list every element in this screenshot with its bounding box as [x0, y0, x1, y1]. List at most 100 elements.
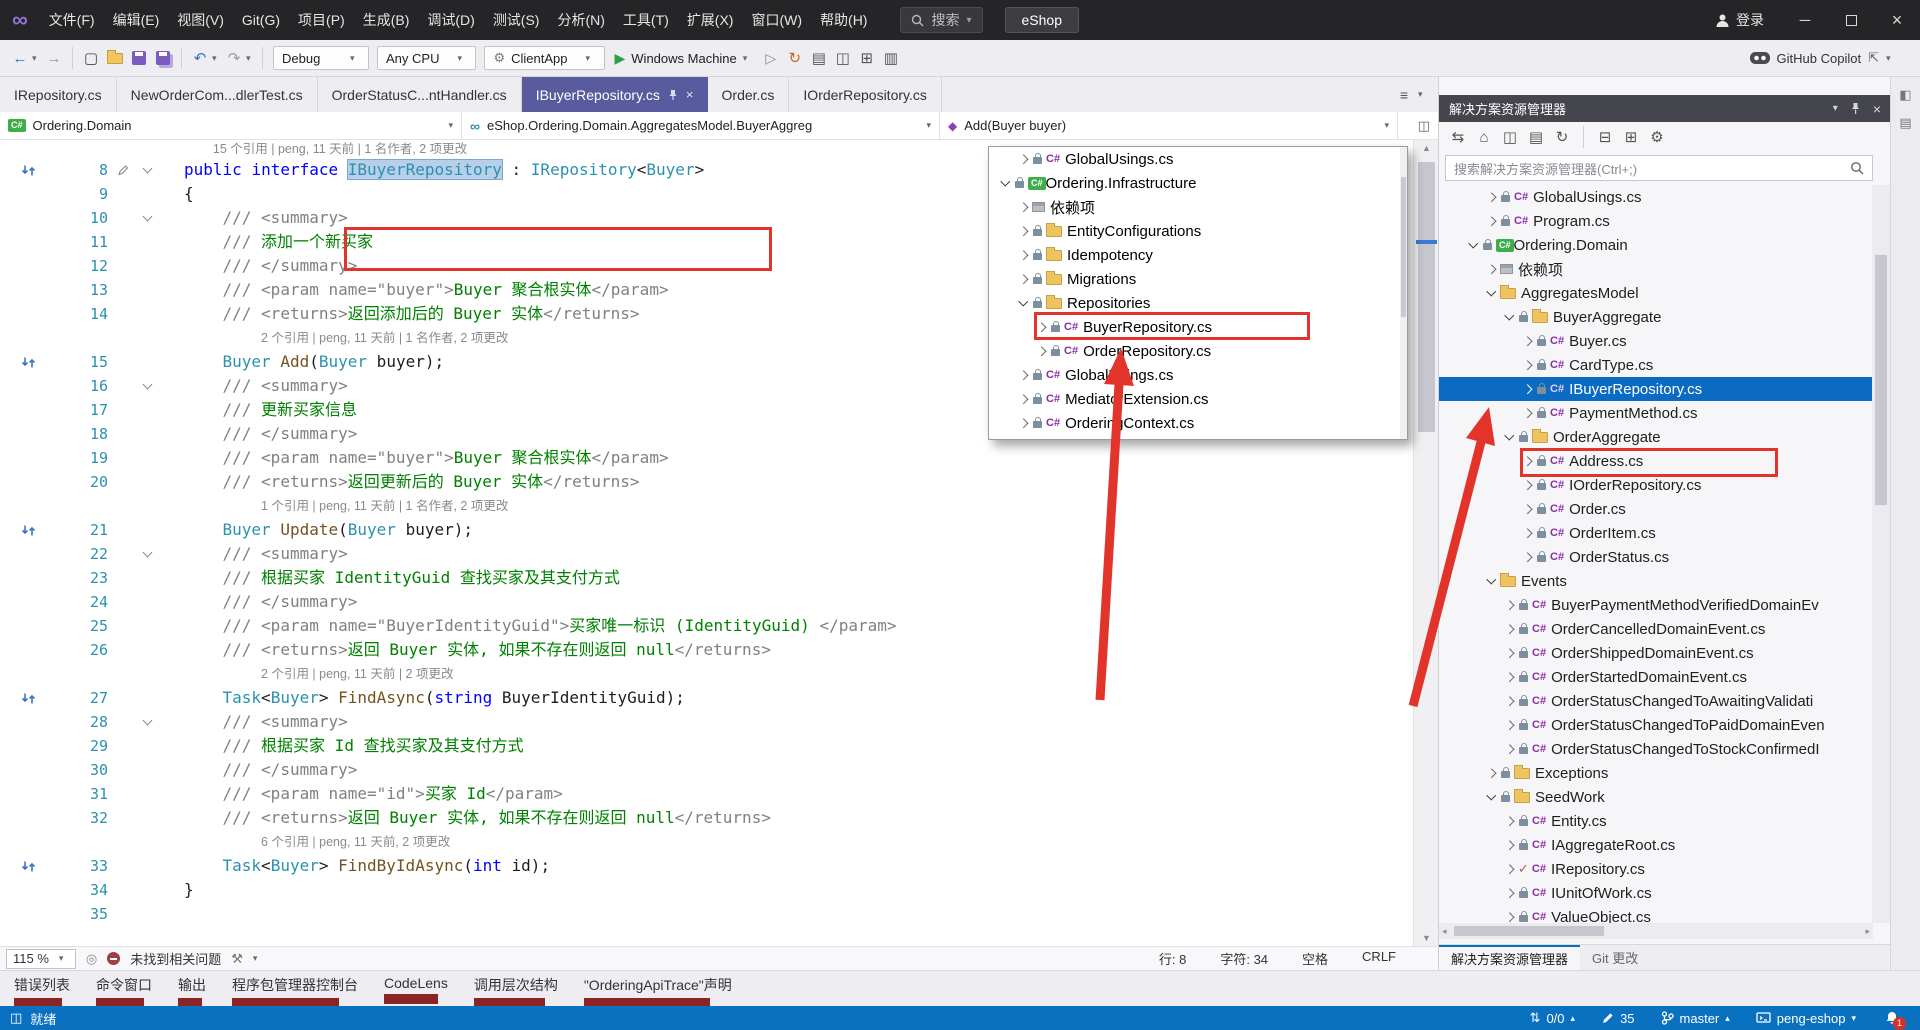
docked-panel-icon[interactable]: ▤: [1899, 115, 1911, 131]
save-all-icon[interactable]: [151, 45, 175, 71]
chevron-right-icon[interactable]: [1501, 626, 1518, 633]
pin-icon[interactable]: [668, 89, 678, 101]
code-line-29[interactable]: 29 /// 根据买家 Id 查找买家及其支付方式: [0, 734, 1413, 758]
navigate-forward-icon[interactable]: →: [42, 45, 66, 71]
settings-icon[interactable]: ⚙: [1646, 126, 1668, 148]
chevron-right-icon[interactable]: [1015, 396, 1032, 403]
code-line-34[interactable]: 34}: [0, 878, 1413, 902]
live-share-icon[interactable]: ◎: [86, 951, 97, 967]
file-item-OrderingContext-cs[interactable]: C# OrderingContext.cs: [989, 411, 1407, 435]
chevron-right-icon[interactable]: [1501, 602, 1518, 609]
file-item-Address-cs[interactable]: C# Address.cs: [1439, 449, 1873, 473]
scroll-down-arrow[interactable]: ▼: [1414, 930, 1439, 946]
solution-explorer-title-bar[interactable]: 解决方案资源管理器 ▾ ×: [1439, 95, 1891, 122]
solution-explorer-search[interactable]: 搜索解决方案资源管理器(Ctrl+;): [1445, 155, 1873, 181]
document-tab-NewOrderCom-dlerTest-cs[interactable]: NewOrderCom...dlerTest.cs: [117, 77, 318, 112]
menu-item-调试[interactable]: 调试(D): [418, 0, 483, 40]
chevron-right-icon[interactable]: [1483, 194, 1500, 201]
chevron-down-icon[interactable]: [1015, 301, 1032, 305]
redo-icon[interactable]: ↷: [222, 45, 246, 71]
home-icon[interactable]: ⌂: [1473, 126, 1495, 148]
file-item-OrderStartedDomainEvent-cs[interactable]: C# OrderStartedDomainEvent.cs: [1439, 665, 1873, 689]
chevron-down-icon[interactable]: [1483, 579, 1500, 583]
file-item-OrderStatusChangedToAwaitingValidati[interactable]: C# OrderStatusChangedToAwaitingValidati: [1439, 689, 1873, 713]
chevron-right-icon[interactable]: [1483, 218, 1500, 225]
configuration-dropdown[interactable]: Debug ▾: [273, 46, 369, 70]
chevron-down-icon[interactable]: [1465, 243, 1482, 247]
chevron-right-icon[interactable]: [1519, 530, 1536, 537]
folder-item-Migrations[interactable]: Migrations: [989, 267, 1407, 291]
chevron-right-icon[interactable]: [1033, 324, 1050, 331]
chevron-right-icon[interactable]: [1519, 458, 1536, 465]
popup-scrollbar[interactable]: [1400, 147, 1407, 439]
misc-tool-icon-4[interactable]: ▥: [879, 45, 903, 71]
github-copilot-button[interactable]: GitHub Copilot ⇱ ▾: [1749, 50, 1912, 66]
document-tab-IBuyerRepository-cs[interactable]: IBuyerRepository.cs ×: [521, 77, 708, 112]
file-item-Entity-cs[interactable]: C# Entity.cs: [1439, 809, 1873, 833]
chevron-right-icon[interactable]: [1015, 276, 1032, 283]
folder-item-Events[interactable]: Events: [1439, 569, 1873, 593]
startup-project-dropdown[interactable]: ⚙ ClientApp ▾: [484, 46, 605, 70]
menu-item-测试[interactable]: 测试(S): [484, 0, 549, 40]
start-without-debugging-icon[interactable]: ▷: [759, 45, 783, 71]
save-icon[interactable]: [127, 45, 151, 71]
panel-tab-调用层次结构[interactable]: 调用层次结构: [473, 975, 558, 1008]
cursor-column-indicator[interactable]: 字符: 34: [1220, 949, 1268, 968]
chevron-right-icon[interactable]: [1519, 362, 1536, 369]
dependencies-item-依赖项[interactable]: 依赖项: [1439, 257, 1873, 281]
file-item-ValueObject-cs[interactable]: C# ValueObject.cs: [1439, 905, 1873, 923]
menu-item-窗口[interactable]: 窗口(W): [742, 0, 811, 40]
file-item-IRepository-cs[interactable]: ✓ C# IRepository.cs: [1439, 857, 1873, 881]
chevron-right-icon[interactable]: [1501, 650, 1518, 657]
chevron-right-icon[interactable]: [1015, 372, 1032, 379]
file-item-OrderShippedDomainEvent-cs[interactable]: C# OrderShippedDomainEvent.cs: [1439, 641, 1873, 665]
codelens-indicator[interactable]: 1 个引用 | peng, 11 天前 | 1 名作者, 2 项更改: [0, 494, 1413, 518]
misc-tool-icon-1[interactable]: ▤: [807, 45, 831, 71]
folder-item-Idempotency[interactable]: Idempotency: [989, 243, 1407, 267]
global-search-box[interactable]: 搜索 ▾: [900, 7, 983, 33]
file-item-BuyerPaymentMethodVerifiedDomainEv[interactable]: C# BuyerPaymentMethodVerifiedDomainEv: [1439, 593, 1873, 617]
code-line-30[interactable]: 30 /// </summary>: [0, 758, 1413, 782]
split-editor-icon[interactable]: ◫: [1418, 118, 1430, 134]
pin-icon[interactable]: [1850, 102, 1861, 115]
inheritance-margin-icon[interactable]: [0, 518, 56, 542]
feedback-icon[interactable]: ◫: [10, 1010, 22, 1026]
chevron-right-icon[interactable]: [1483, 266, 1500, 273]
collapse-all-icon[interactable]: ⊟: [1594, 126, 1616, 148]
hot-reload-icon[interactable]: ↻: [783, 45, 807, 71]
chevron-right-icon[interactable]: [1033, 348, 1050, 355]
panel-tab-错误列表[interactable]: 错误列表: [14, 975, 70, 1008]
explorer-tab-Git-更改[interactable]: Git 更改: [1580, 945, 1650, 970]
chevron-right-icon[interactable]: [1501, 842, 1518, 849]
code-line-20[interactable]: 20 /// <returns>返回更新后的 Buyer 实体</returns>: [0, 470, 1413, 494]
close-button[interactable]: ×: [1874, 0, 1920, 40]
folder-item-BuyerAggregate[interactable]: BuyerAggregate: [1439, 305, 1873, 329]
tools-icon[interactable]: ⚒: [231, 951, 243, 967]
solution-name-badge[interactable]: eShop: [1004, 7, 1079, 33]
file-item-GlobalUsings-cs[interactable]: C# GlobalUsings.cs: [989, 363, 1407, 387]
document-tab-IOrderRepository-cs[interactable]: IOrderRepository.cs: [789, 77, 942, 112]
menu-item-帮助[interactable]: 帮助(H): [811, 0, 876, 40]
file-item-GlobalUsings-cs[interactable]: C# GlobalUsings.cs: [989, 147, 1407, 171]
pending-edits-indicator[interactable]: 35: [1601, 1011, 1635, 1026]
panel-tab-程序包管理器控制台[interactable]: 程序包管理器控制台: [232, 975, 358, 1008]
scroll-up-arrow[interactable]: ▲: [1414, 140, 1439, 156]
undo-icon[interactable]: ↶: [188, 45, 212, 71]
breadcrumb-type-dropdown[interactable]: ∞ eShop.Ordering.Domain.AggregatesModel.…: [462, 112, 940, 139]
panel-tab-输出[interactable]: 输出: [178, 975, 206, 1008]
chevron-right-icon[interactable]: [1015, 204, 1032, 211]
code-line-28[interactable]: 28 /// <summary>: [0, 710, 1413, 734]
chevron-right-icon[interactable]: [1501, 818, 1518, 825]
tab-list-icon[interactable]: ≡: [1400, 87, 1408, 103]
code-line-25[interactable]: 25 /// <param name="BuyerIdentityGuid">买家…: [0, 614, 1413, 638]
file-item-BuyerRepository-cs[interactable]: C# BuyerRepository.cs: [989, 315, 1407, 339]
chevron-right-icon[interactable]: [1501, 914, 1518, 921]
chevron-right-icon[interactable]: [1519, 410, 1536, 417]
chevron-down-icon[interactable]: [1501, 435, 1518, 439]
chevron-right-icon[interactable]: [1015, 228, 1032, 235]
maximize-button[interactable]: [1828, 0, 1874, 40]
docked-panel-icon[interactable]: ◧: [1899, 87, 1911, 103]
file-item-IOrderRepository-cs[interactable]: C# IOrderRepository.cs: [1439, 473, 1873, 497]
breadcrumb-project-dropdown[interactable]: C# Ordering.Domain ▾: [0, 112, 462, 139]
dependencies-item-依赖项[interactable]: 依赖项: [989, 195, 1407, 219]
